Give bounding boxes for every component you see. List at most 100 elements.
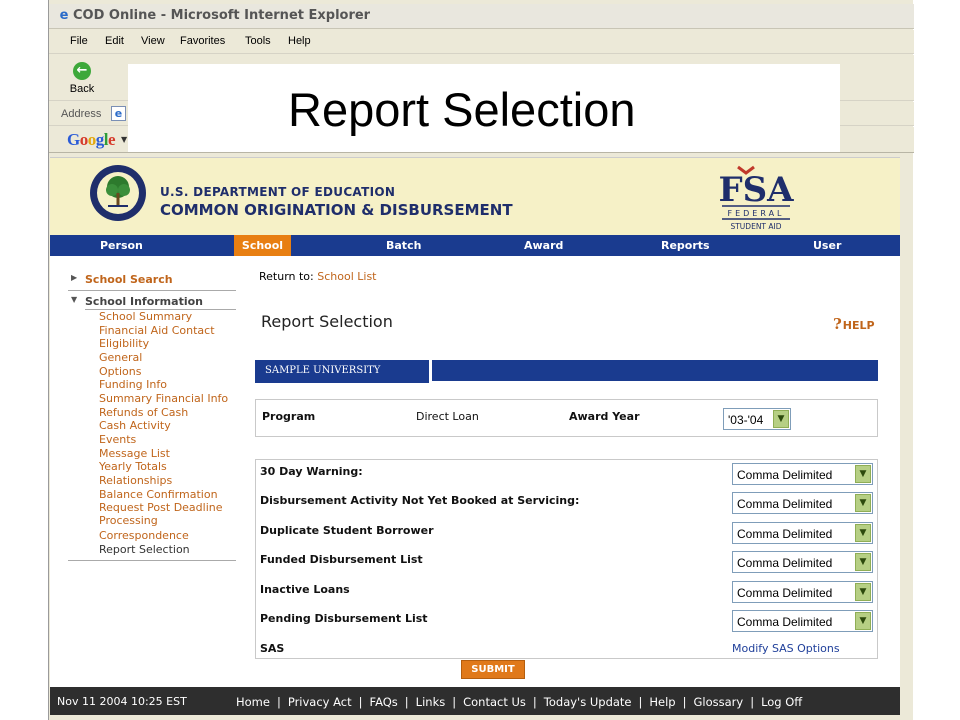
modify-sas-options-link[interactable]: Modify SAS Options [732, 642, 840, 655]
footer: Nov 11 2004 10:25 EST Home | Privacy Act | F… [50, 687, 900, 715]
sidebar-item-events[interactable]: Events [99, 433, 136, 446]
nav-user[interactable]: User [813, 235, 841, 256]
sidebar-item-refunds-of-cash[interactable]: Refunds of Cash [99, 406, 188, 419]
sidebar-item-yearly-totals[interactable]: Yearly Totals [99, 460, 167, 473]
sidebar-item-funding-info[interactable]: Funding Info [99, 378, 167, 391]
award-year-value: '03-'04 [728, 413, 764, 427]
footer-link-faqs[interactable]: FAQs [370, 695, 398, 709]
report-format-value: Comma Delimited [737, 497, 833, 511]
sidebar-item-relationships[interactable]: Relationships [99, 474, 172, 487]
report-label: Inactive Loans [260, 583, 350, 596]
submit-button[interactable]: SUBMIT [461, 660, 525, 679]
divider [68, 290, 236, 291]
footer-link-privacy-act[interactable]: Privacy Act [288, 695, 352, 709]
sidebar-item-summary-financial-info[interactable]: Summary Financial Info [99, 392, 228, 405]
return-prefix: Return to: [259, 270, 314, 283]
footer-separator: | [404, 695, 409, 709]
footer-link-links[interactable]: Links [416, 695, 446, 709]
chevron-down-icon[interactable]: ▼ [855, 612, 871, 630]
report-format-select[interactable]: Comma Delimited ▼ [732, 551, 873, 573]
sidebar-item-eligibility[interactable]: Eligibility [99, 337, 149, 350]
chevron-down-icon[interactable]: ▼ [121, 135, 127, 144]
menu-file[interactable]: File [70, 35, 88, 47]
help-label: HELP [842, 319, 875, 332]
footer-link-help[interactable]: Help [649, 695, 675, 709]
sidebar-item-options[interactable]: Options [99, 365, 141, 378]
page-icon: e [111, 106, 126, 121]
footer-separator: | [638, 695, 643, 709]
back-arrow-icon: ← [73, 62, 91, 80]
nav-award[interactable]: Award [524, 235, 563, 256]
sidebar-school-information[interactable]: School Information [85, 295, 203, 308]
university-name: SAMPLE UNIVERSITY [265, 365, 381, 376]
nav-reports[interactable]: Reports [661, 235, 710, 256]
menu-favorites[interactable]: Favorites [180, 35, 225, 47]
nav-school[interactable]: School [234, 235, 291, 256]
award-year-select[interactable]: '03-'04 ▼ [723, 408, 791, 430]
menu-edit[interactable]: Edit [105, 35, 124, 47]
sidebar-item-cash-activity[interactable]: Cash Activity [99, 419, 171, 432]
program-label: Program [262, 410, 316, 423]
chevron-down-icon[interactable]: ▼ [855, 553, 871, 571]
footer-link-home[interactable]: Home [236, 695, 270, 709]
award-year-label: Award Year [569, 410, 640, 423]
help-link[interactable]: ?HELP [833, 315, 875, 333]
menu-view[interactable]: View [141, 35, 165, 47]
sidebar-item-school-summary[interactable]: School Summary [99, 310, 192, 323]
footer-link-log-off[interactable]: Log Off [761, 695, 802, 709]
slide-title-box: Report Selection [128, 64, 840, 152]
sidebar-item-request-post-deadline[interactable]: Request Post Deadline Processing [99, 501, 239, 527]
sidebar-item-correspondence[interactable]: Correspondence [99, 529, 189, 542]
report-label: 30 Day Warning: [260, 465, 363, 478]
sidebar-item-report-selection[interactable]: Report Selection [99, 543, 190, 556]
report-label: Duplicate Student Borrower [260, 524, 434, 537]
sidebar-item-balance-confirmation[interactable]: Balance Confirmation [99, 488, 218, 501]
sidebar-school-search[interactable]: School Search [85, 273, 173, 286]
chevron-down-icon[interactable]: ▼ [855, 494, 871, 512]
report-format-select[interactable]: Comma Delimited ▼ [732, 463, 873, 485]
svg-text:FEDERAL: FEDERAL [727, 209, 784, 218]
return-school-list-link[interactable]: School List [317, 270, 376, 283]
sidebar-item-general[interactable]: General [99, 351, 142, 364]
footer-link-contact-us[interactable]: Contact Us [463, 695, 526, 709]
report-format-select[interactable]: Comma Delimited ▼ [732, 610, 873, 632]
footer-link-glossary[interactable]: Glossary [693, 695, 743, 709]
footer-separator: | [276, 695, 281, 709]
report-format-select[interactable]: Comma Delimited ▼ [732, 492, 873, 514]
svg-text:FSA: FSA [718, 170, 794, 210]
triangle-right-icon: ▶ [71, 273, 78, 282]
menu-help[interactable]: Help [288, 35, 311, 47]
nav-batch[interactable]: Batch [386, 235, 421, 256]
triangle-down-icon: ▼ [71, 295, 78, 304]
title-bar: e COD Online - Microsoft Internet Explor… [49, 4, 914, 29]
report-label: Disbursement Activity Not Yet Booked at … [260, 494, 580, 507]
sas-label: SAS [260, 642, 285, 655]
nav-person[interactable]: Person [100, 235, 143, 256]
fsa-logo: FSA FEDERAL STUDENT AID [718, 165, 794, 231]
chevron-down-icon[interactable]: ▼ [855, 524, 871, 542]
back-label: Back [69, 83, 95, 95]
report-format-select[interactable]: Comma Delimited ▼ [732, 581, 873, 603]
menu-tools[interactable]: Tools [245, 35, 271, 47]
google-logo[interactable]: Google [67, 130, 116, 150]
main-nav: Person School Batch Award Reports User [50, 235, 900, 256]
address-label: Address [61, 108, 102, 120]
chevron-down-icon[interactable]: ▼ [855, 465, 871, 483]
report-format-value: Comma Delimited [737, 527, 833, 541]
page-title: Report Selection [261, 312, 393, 331]
footer-separator: | [682, 695, 687, 709]
chevron-down-icon[interactable]: ▼ [855, 583, 871, 601]
header-banner: U.S. DEPARTMENT OF EDUCATION COMMON ORIG… [50, 158, 900, 235]
university-bar: SAMPLE UNIVERSITY [255, 360, 878, 385]
sidebar-item-message-list[interactable]: Message List [99, 447, 170, 460]
svg-text:STUDENT AID: STUDENT AID [730, 222, 781, 231]
footer-link-todays-update[interactable]: Today's Update [544, 695, 632, 709]
dept-seal-icon [90, 165, 146, 221]
slide-title: Report Selection [288, 83, 636, 136]
chevron-down-icon[interactable]: ▼ [773, 410, 789, 428]
menu-bar: File Edit View Favorites Tools Help [49, 30, 914, 54]
back-button[interactable]: ← Back [59, 59, 109, 99]
report-format-select[interactable]: Comma Delimited ▼ [732, 522, 873, 544]
breadcrumb: Return to: School List [259, 270, 377, 283]
sidebar-item-financial-aid-contact[interactable]: Financial Aid Contact [99, 324, 215, 337]
